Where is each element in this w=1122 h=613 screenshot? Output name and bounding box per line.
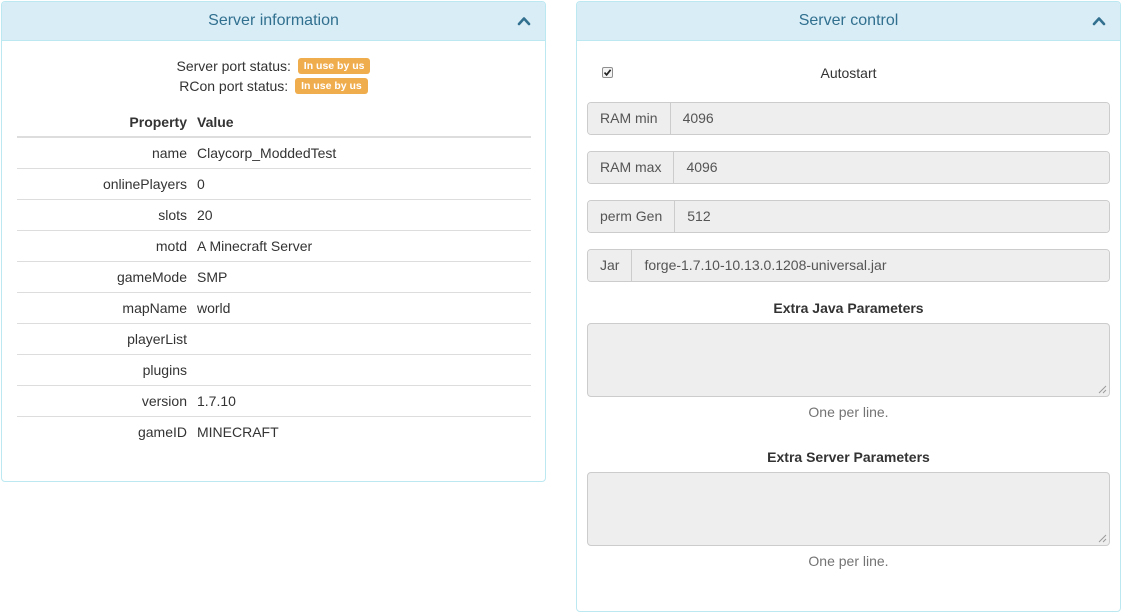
property-value: world xyxy=(192,292,531,324)
table-row: onlinePlayers 0 xyxy=(17,168,531,200)
jar-label: Jar xyxy=(588,250,633,281)
property-value: A Minecraft Server xyxy=(192,230,531,262)
table-row: plugins xyxy=(17,354,531,386)
autostart-label: Autostart xyxy=(820,65,877,81)
table-row: mapName world xyxy=(17,292,531,324)
chevron-up-icon[interactable] xyxy=(517,14,531,28)
panel-title: Server control xyxy=(798,12,899,29)
property-value: SMP xyxy=(192,261,531,293)
server-port-status: Server port status: In use by us xyxy=(2,56,545,76)
resize-grip-icon[interactable] xyxy=(1098,534,1107,543)
extra-java-help: One per line. xyxy=(808,404,889,420)
properties-table: Property Value name Claycorp_ModdedTest o… xyxy=(17,108,531,447)
property-value: 20 xyxy=(192,199,531,231)
rcon-port-status: RCon port status: In use by us xyxy=(2,76,545,96)
table-row: playerList xyxy=(17,323,531,355)
table-row: slots 20 xyxy=(17,199,531,231)
ram-min-field[interactable]: 4096 xyxy=(670,103,1109,134)
table-row: gameID MINECRAFT xyxy=(17,416,531,447)
perm-gen-field[interactable]: 512 xyxy=(675,201,1109,232)
property-value xyxy=(192,354,531,386)
property-key: name xyxy=(151,145,187,161)
ram-max-group: RAM max 4096 xyxy=(587,151,1110,184)
property-value: 1.7.10 xyxy=(192,385,531,417)
property-key: gameID xyxy=(17,416,192,447)
server-control-panel: Server control Autostart RAM min 4096 RA… xyxy=(576,1,1121,612)
panel-title: Server information xyxy=(208,12,339,29)
property-key: motd xyxy=(17,230,192,262)
status-badge: In use by us xyxy=(295,78,368,95)
column-header-property: Property xyxy=(17,108,192,138)
property-value xyxy=(192,323,531,355)
table-row: version 1.7.10 xyxy=(17,385,531,417)
autostart-row: Autostart xyxy=(577,62,1120,84)
server-information-panel: Server information Server port status: I… xyxy=(1,1,546,482)
property-key: mapName xyxy=(17,292,192,324)
extra-java-title: Extra Java Parameters xyxy=(773,300,924,316)
property-value: MINECRAFT xyxy=(192,416,531,447)
property-value: Claycorp_ModdedTest xyxy=(197,145,337,161)
ram-max-label: RAM max xyxy=(588,152,675,183)
property-key: slots xyxy=(17,199,192,231)
server-port-label: Server port status: xyxy=(176,58,291,74)
jar-group: Jar forge-1.7.10-10.13.0.1208-universal.… xyxy=(587,249,1110,282)
ram-min-label: RAM min xyxy=(588,103,671,134)
extra-java-textarea[interactable] xyxy=(587,323,1110,397)
table-header-row: Property Value xyxy=(17,108,531,138)
extra-server-title: Extra Server Parameters xyxy=(767,449,930,465)
server-information-heading[interactable]: Server information xyxy=(2,2,545,41)
perm-gen-label: perm Gen xyxy=(588,201,676,232)
jar-field[interactable]: forge-1.7.10-10.13.0.1208-universal.jar xyxy=(632,250,1109,281)
server-control-heading[interactable]: Server control xyxy=(577,2,1120,41)
property-key: playerList xyxy=(17,323,192,355)
resize-grip-icon[interactable] xyxy=(1098,385,1107,394)
extra-server-help: One per line. xyxy=(808,553,889,569)
column-header-value: Value xyxy=(192,108,531,138)
property-value: 0 xyxy=(192,168,531,200)
extra-server-textarea[interactable] xyxy=(587,472,1110,546)
chevron-up-icon[interactable] xyxy=(1092,14,1106,28)
table-row: motd A Minecraft Server xyxy=(17,230,531,262)
property-key: gameMode xyxy=(17,261,192,293)
rcon-port-label: RCon port status: xyxy=(179,78,289,94)
table-row: name Claycorp_ModdedTest xyxy=(17,137,531,169)
property-key: plugins xyxy=(17,354,192,386)
perm-gen-group: perm Gen 512 xyxy=(587,200,1110,233)
property-key: onlinePlayers xyxy=(17,168,192,200)
property-key: version xyxy=(17,385,192,417)
table-row: gameMode SMP xyxy=(17,261,531,293)
ram-max-field[interactable]: 4096 xyxy=(674,152,1109,183)
status-badge: In use by us xyxy=(297,58,371,75)
ram-min-group: RAM min 4096 xyxy=(587,102,1110,135)
